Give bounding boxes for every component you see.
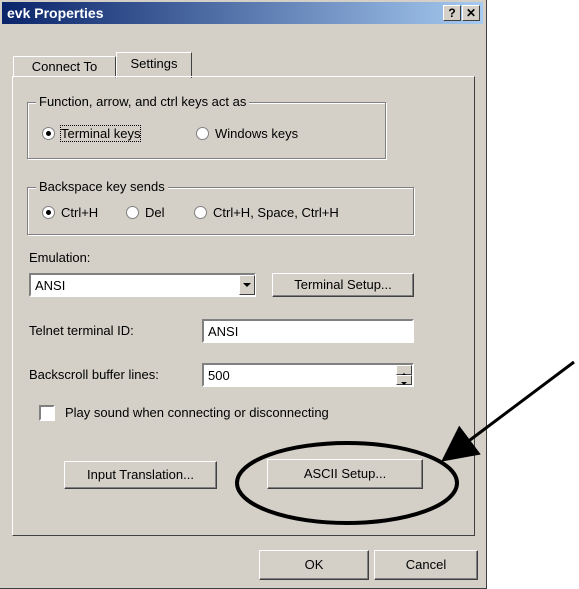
ctrl-h-label: Ctrl+H [61,205,99,220]
radio-unselected-icon [194,206,207,219]
emulation-dropdown-button[interactable] [239,275,255,295]
telnet-id-input[interactable]: ANSI [202,319,414,343]
radio-unselected-icon [126,206,139,219]
tab-settings[interactable]: Settings [116,52,192,78]
del-label: Del [145,205,165,220]
play-sound-checkbox[interactable] [39,405,55,421]
emulation-select[interactable]: ANSI [29,273,256,297]
ctrl-h-space-label: Ctrl+H, Space, Ctrl+H [213,205,339,220]
backscroll-label: Backscroll buffer lines: [29,367,159,382]
terminal-keys-label: Terminal keys [59,125,142,142]
properties-dialog: evk Properties ? ✕ Connect To Settings F… [0,0,487,589]
input-translation-button[interactable]: Input Translation... [64,461,217,489]
backscroll-value: 500 [208,368,230,383]
ctrl-h-radio[interactable]: Ctrl+H [42,205,98,220]
backspace-group: Backspace key sends Ctrl+H Del Ctrl+H, S… [27,179,414,235]
spin-down-icon [401,382,407,385]
cancel-button[interactable]: Cancel [374,550,478,580]
radio-selected-icon [42,206,55,219]
emulation-value: ANSI [35,278,66,293]
windows-keys-radio[interactable]: Windows keys [196,126,298,141]
backspace-legend: Backspace key sends [36,179,168,194]
radio-selected-icon [42,127,55,140]
close-button[interactable]: ✕ [462,5,480,21]
tab-connect-to[interactable]: Connect To [13,56,116,78]
function-keys-group: Function, arrow, and ctrl keys act as Te… [27,94,386,159]
terminal-setup-button[interactable]: Terminal Setup... [272,273,414,297]
emulation-label: Emulation: [29,250,91,265]
spin-down-button[interactable] [396,375,412,385]
help-button[interactable]: ? [443,5,461,21]
terminal-keys-radio[interactable]: Terminal keys [42,125,142,142]
spin-up-button[interactable] [396,365,412,376]
window-title: evk Properties [7,5,104,21]
ok-button[interactable]: OK [259,550,369,580]
del-radio[interactable]: Del [126,205,165,220]
settings-panel: Function, arrow, and ctrl keys act as Te… [12,76,475,536]
ascii-setup-button[interactable]: ASCII Setup... [267,459,423,489]
ctrl-h-space-radio[interactable]: Ctrl+H, Space, Ctrl+H [194,205,339,220]
chevron-down-icon [243,283,251,287]
radio-unselected-icon [196,127,209,140]
telnet-id-value: ANSI [208,324,239,339]
play-sound-label: Play sound when connecting or disconnect… [65,405,329,420]
backscroll-input[interactable]: 500 [202,363,414,387]
windows-keys-label: Windows keys [215,126,299,141]
telnet-id-label: Telnet terminal ID: [29,323,134,338]
title-bar[interactable]: evk Properties ? ✕ [2,2,483,24]
function-keys-legend: Function, arrow, and ctrl keys act as [36,94,250,109]
